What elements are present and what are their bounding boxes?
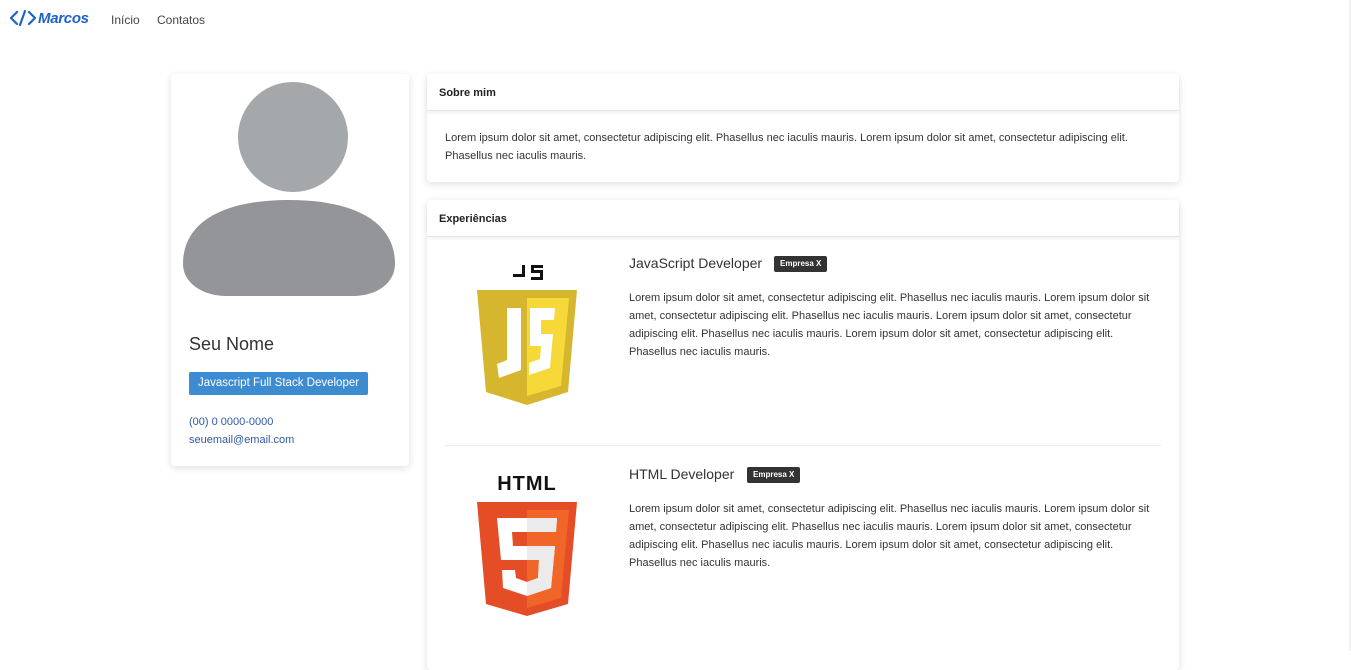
svg-text:HTML: HTML xyxy=(497,473,557,495)
phone-link[interactable]: (00) 0 0000-0000 xyxy=(189,416,273,428)
code-brackets-icon xyxy=(10,9,37,27)
experience-title: JavaScript Developer xyxy=(629,255,763,271)
navbar: Marcos Início Contatos xyxy=(0,0,1349,38)
nav-link-inicio[interactable]: Início xyxy=(111,13,140,27)
nav-link-contatos[interactable]: Contatos xyxy=(157,13,205,27)
javascript-logo-icon xyxy=(477,265,577,405)
experience-divider xyxy=(445,445,1161,446)
brand-logo[interactable]: Marcos xyxy=(10,8,89,28)
role-badge: Javascript Full Stack Developer xyxy=(189,372,369,395)
profile-card: Seu Nome Javascript Full Stack Developer… xyxy=(171,74,409,466)
about-text: Lorem ipsum dolor sit amet, consectetur … xyxy=(445,132,1128,162)
about-card: Sobre mim Lorem ipsum dolor sit amet, co… xyxy=(427,74,1179,182)
experience-title: HTML Developer xyxy=(629,466,735,482)
experience-description: Lorem ipsum dolor sit amet, consectetur … xyxy=(629,292,1150,358)
about-title: Sobre mim xyxy=(439,87,496,99)
experiences-card-header: Experiências xyxy=(427,200,1179,237)
experiences-title: Experiências xyxy=(439,213,507,225)
company-badge: Empresa X xyxy=(747,467,801,483)
user-silhouette-icon xyxy=(183,82,395,296)
brand-text: Marcos xyxy=(38,9,89,27)
about-card-header: Sobre mim xyxy=(427,74,1179,111)
company-badge: Empresa X xyxy=(774,256,828,272)
email-link[interactable]: seuemail@email.com xyxy=(189,434,294,446)
profile-name: Seu Nome xyxy=(189,334,275,354)
experiences-card: Experiências JavaScript Developer Empres… xyxy=(427,200,1179,670)
experience-description: Lorem ipsum dolor sit amet, consectetur … xyxy=(629,503,1150,569)
html5-logo-icon: HTML xyxy=(477,473,577,616)
